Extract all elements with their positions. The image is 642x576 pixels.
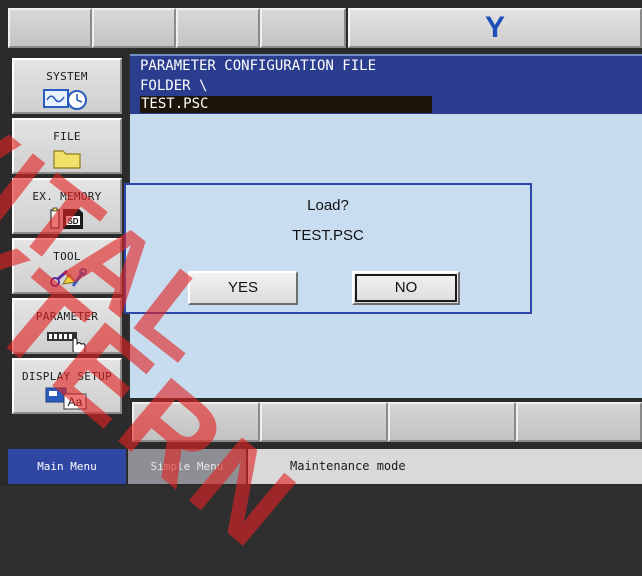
folder-path: FOLDER \	[140, 78, 208, 94]
svg-text:Aa: Aa	[68, 395, 83, 409]
tool-icon	[14, 266, 120, 290]
softkey-3[interactable]	[388, 402, 516, 442]
softkey-4[interactable]	[516, 402, 642, 442]
menu-ex-memory-button[interactable]: EX. MEMORY SD	[12, 178, 122, 234]
toolbar-button-4[interactable]	[260, 8, 346, 48]
menu-ex-memory-label: EX. MEMORY	[32, 190, 102, 203]
mode-status: Maintenance mode	[248, 449, 642, 484]
load-confirm-dialog: Load? TEST.PSC YES NO	[124, 183, 532, 314]
menu-system-button[interactable]: SYSTEM	[12, 58, 122, 114]
yes-button[interactable]: YES	[188, 271, 298, 305]
svg-text:SD: SD	[67, 217, 78, 226]
no-button[interactable]: NO	[352, 271, 460, 305]
menu-system-label: SYSTEM	[46, 70, 88, 83]
menu-file-label: FILE	[53, 130, 81, 143]
display-setup-icon: Aa	[14, 386, 120, 410]
toolbar-button-3[interactable]	[176, 8, 260, 48]
robot-logo-letter: Y	[484, 11, 505, 44]
softkey-2[interactable]	[260, 402, 388, 442]
menu-display-setup-button[interactable]: DISPLAY SETUP Aa	[12, 358, 122, 414]
main-menu-button[interactable]: Main Menu	[8, 449, 126, 484]
softkey-row	[130, 398, 642, 446]
parameter-hand-icon	[14, 326, 120, 354]
folder-icon	[14, 146, 120, 170]
dialog-file-name: TEST.PSC	[292, 227, 364, 244]
toolbar-button-2[interactable]	[92, 8, 176, 48]
menu-file-button[interactable]: FILE	[12, 118, 122, 174]
screen-title: PARAMETER CONFIGURATION FILE	[140, 58, 377, 74]
top-toolbar: Y	[0, 0, 642, 54]
robot-group-indicator[interactable]: Y	[348, 8, 642, 48]
menu-display-setup-label: DISPLAY SETUP	[22, 370, 112, 383]
menu-tool-label: TOOL	[53, 250, 81, 263]
left-menu: SYSTEM FILE EX. MEMORY SD TOOL PARAMETER…	[0, 54, 128, 446]
system-clock-monitor-icon	[14, 86, 120, 110]
softkey-1[interactable]	[132, 402, 260, 442]
menu-parameter-label: PARAMETER	[35, 310, 99, 323]
menu-parameter-button[interactable]: PARAMETER	[12, 298, 122, 354]
simple-menu-button[interactable]: Simple Menu	[128, 449, 246, 484]
dialog-question: Load?	[307, 197, 349, 214]
menu-tool-button[interactable]: TOOL	[12, 238, 122, 294]
sd-card-icon: SD	[14, 206, 120, 230]
selected-file-row[interactable]: TEST.PSC	[140, 96, 432, 113]
toolbar-button-1[interactable]	[8, 8, 92, 48]
